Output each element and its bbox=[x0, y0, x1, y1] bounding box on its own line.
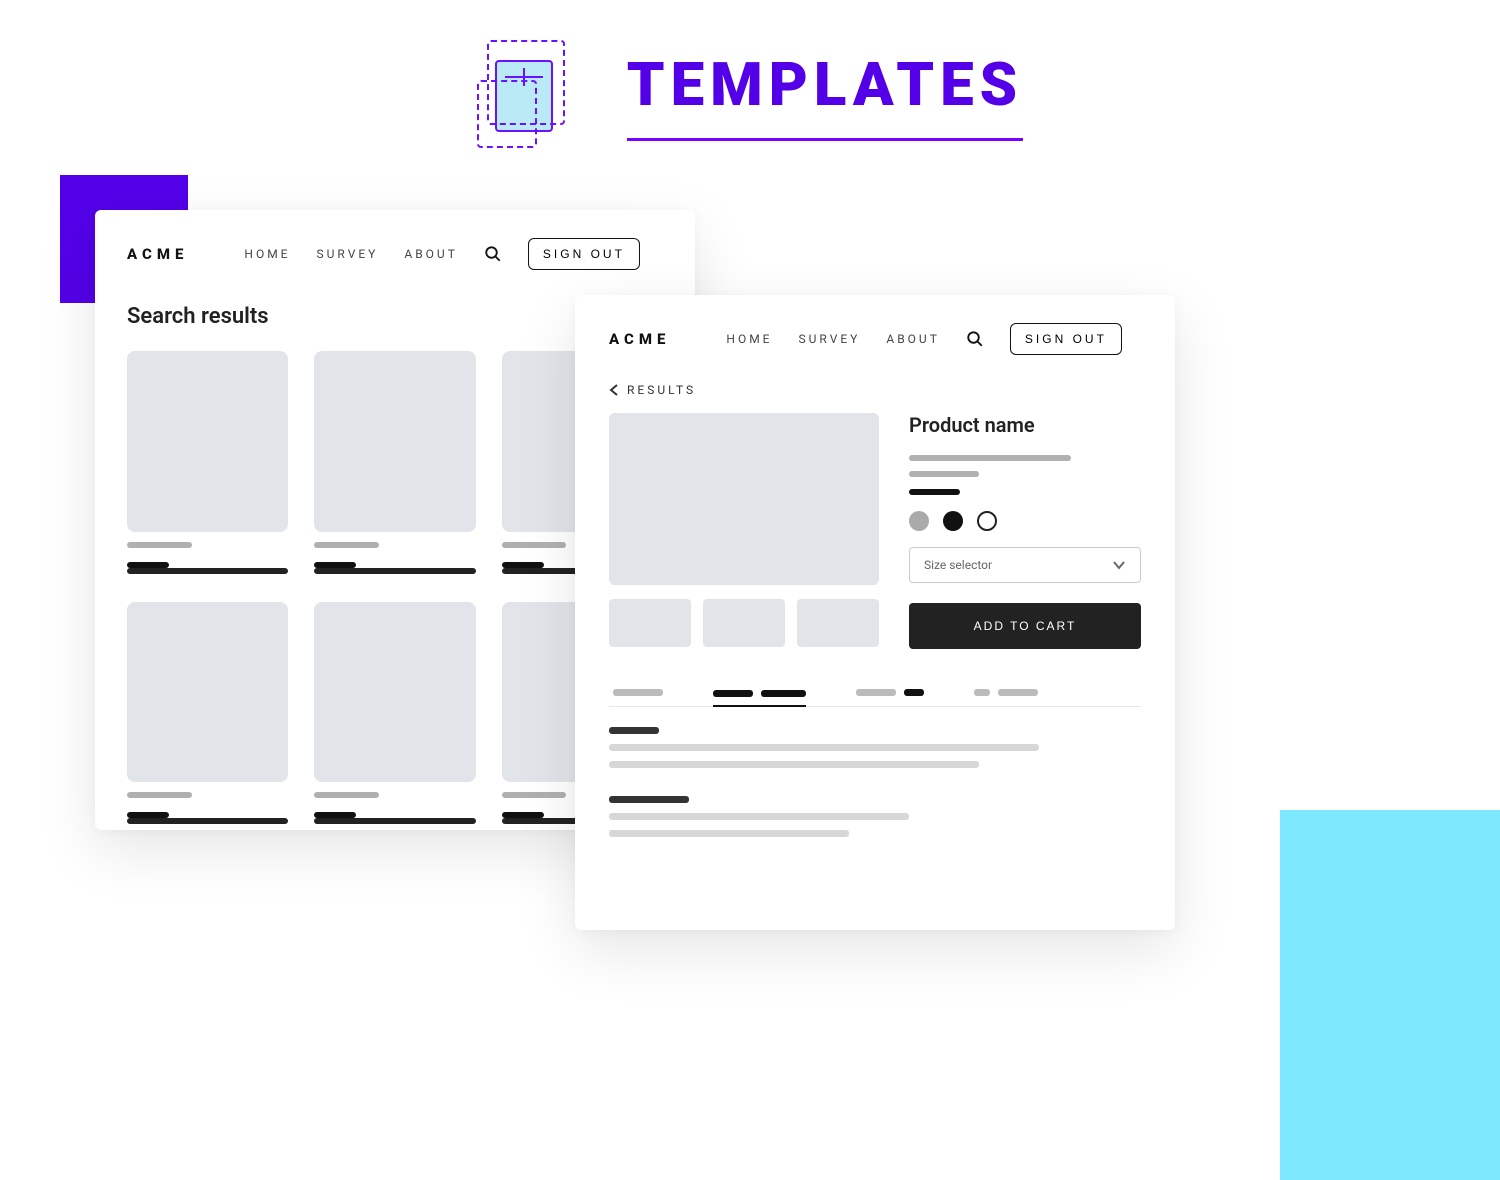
tab-item[interactable] bbox=[974, 689, 1038, 696]
thumbnail-placeholder bbox=[127, 351, 288, 532]
product-detail-row: Product name Size selector ADD TO CART bbox=[609, 413, 1141, 649]
back-label: RESULTS bbox=[627, 383, 696, 397]
templates-icon bbox=[477, 40, 577, 150]
gallery-thumb[interactable] bbox=[703, 599, 785, 647]
gallery-thumb[interactable] bbox=[609, 599, 691, 647]
brand-logo[interactable]: ACME bbox=[127, 245, 188, 263]
product-name: Product name bbox=[909, 413, 1141, 437]
size-selector-label: Size selector bbox=[924, 558, 992, 572]
gallery-thumbnails bbox=[609, 599, 879, 647]
swatch-outline[interactable] bbox=[977, 511, 997, 531]
gallery-thumb[interactable] bbox=[797, 599, 879, 647]
navbar: ACME HOME SURVEY ABOUT SIGN OUT bbox=[609, 323, 1141, 355]
tab-item[interactable] bbox=[613, 689, 663, 696]
nav-home[interactable]: HOME bbox=[244, 247, 290, 261]
signout-button[interactable]: SIGN OUT bbox=[528, 238, 640, 270]
result-card[interactable] bbox=[314, 602, 475, 825]
swatch-black[interactable] bbox=[943, 511, 963, 531]
page-title: TEMPLATES bbox=[627, 49, 1024, 141]
result-card[interactable] bbox=[314, 351, 475, 574]
chevron-left-icon bbox=[609, 383, 619, 397]
nav-survey[interactable]: SURVEY bbox=[317, 247, 379, 261]
nav-about[interactable]: ABOUT bbox=[886, 332, 940, 346]
product-gallery bbox=[609, 413, 879, 649]
search-icon[interactable] bbox=[484, 245, 502, 263]
add-to-cart-button[interactable]: ADD TO CART bbox=[909, 603, 1141, 649]
tab-item-active[interactable] bbox=[713, 690, 806, 707]
size-selector[interactable]: Size selector bbox=[909, 547, 1141, 583]
detail-tabs bbox=[609, 689, 1141, 707]
signout-button[interactable]: SIGN OUT bbox=[1010, 323, 1122, 355]
nav-about[interactable]: ABOUT bbox=[404, 247, 458, 261]
nav-survey[interactable]: SURVEY bbox=[799, 332, 861, 346]
result-card[interactable] bbox=[127, 351, 288, 574]
brand-logo[interactable]: ACME bbox=[609, 330, 670, 348]
search-icon[interactable] bbox=[966, 330, 984, 348]
tab-item[interactable] bbox=[856, 689, 924, 696]
gallery-main-image[interactable] bbox=[609, 413, 879, 585]
result-card[interactable] bbox=[127, 602, 288, 825]
color-swatches bbox=[909, 511, 1141, 531]
thumbnail-placeholder bbox=[314, 602, 475, 783]
product-info: Product name Size selector ADD TO CART bbox=[909, 413, 1141, 649]
back-to-results-link[interactable]: RESULTS bbox=[609, 383, 1141, 397]
thumbnail-placeholder bbox=[127, 602, 288, 783]
navbar: ACME HOME SURVEY ABOUT SIGN OUT bbox=[127, 238, 663, 270]
swatch-grey[interactable] bbox=[909, 511, 929, 531]
chevron-down-icon bbox=[1112, 560, 1126, 570]
tab-content bbox=[609, 796, 1141, 837]
thumbnail-placeholder bbox=[314, 351, 475, 532]
decoration-cyan-square bbox=[1280, 810, 1500, 1180]
tab-content bbox=[609, 727, 1141, 768]
nav-home[interactable]: HOME bbox=[726, 332, 772, 346]
template-product-detail: ACME HOME SURVEY ABOUT SIGN OUT RESULTS … bbox=[575, 295, 1175, 930]
page-header: TEMPLATES bbox=[0, 0, 1500, 150]
